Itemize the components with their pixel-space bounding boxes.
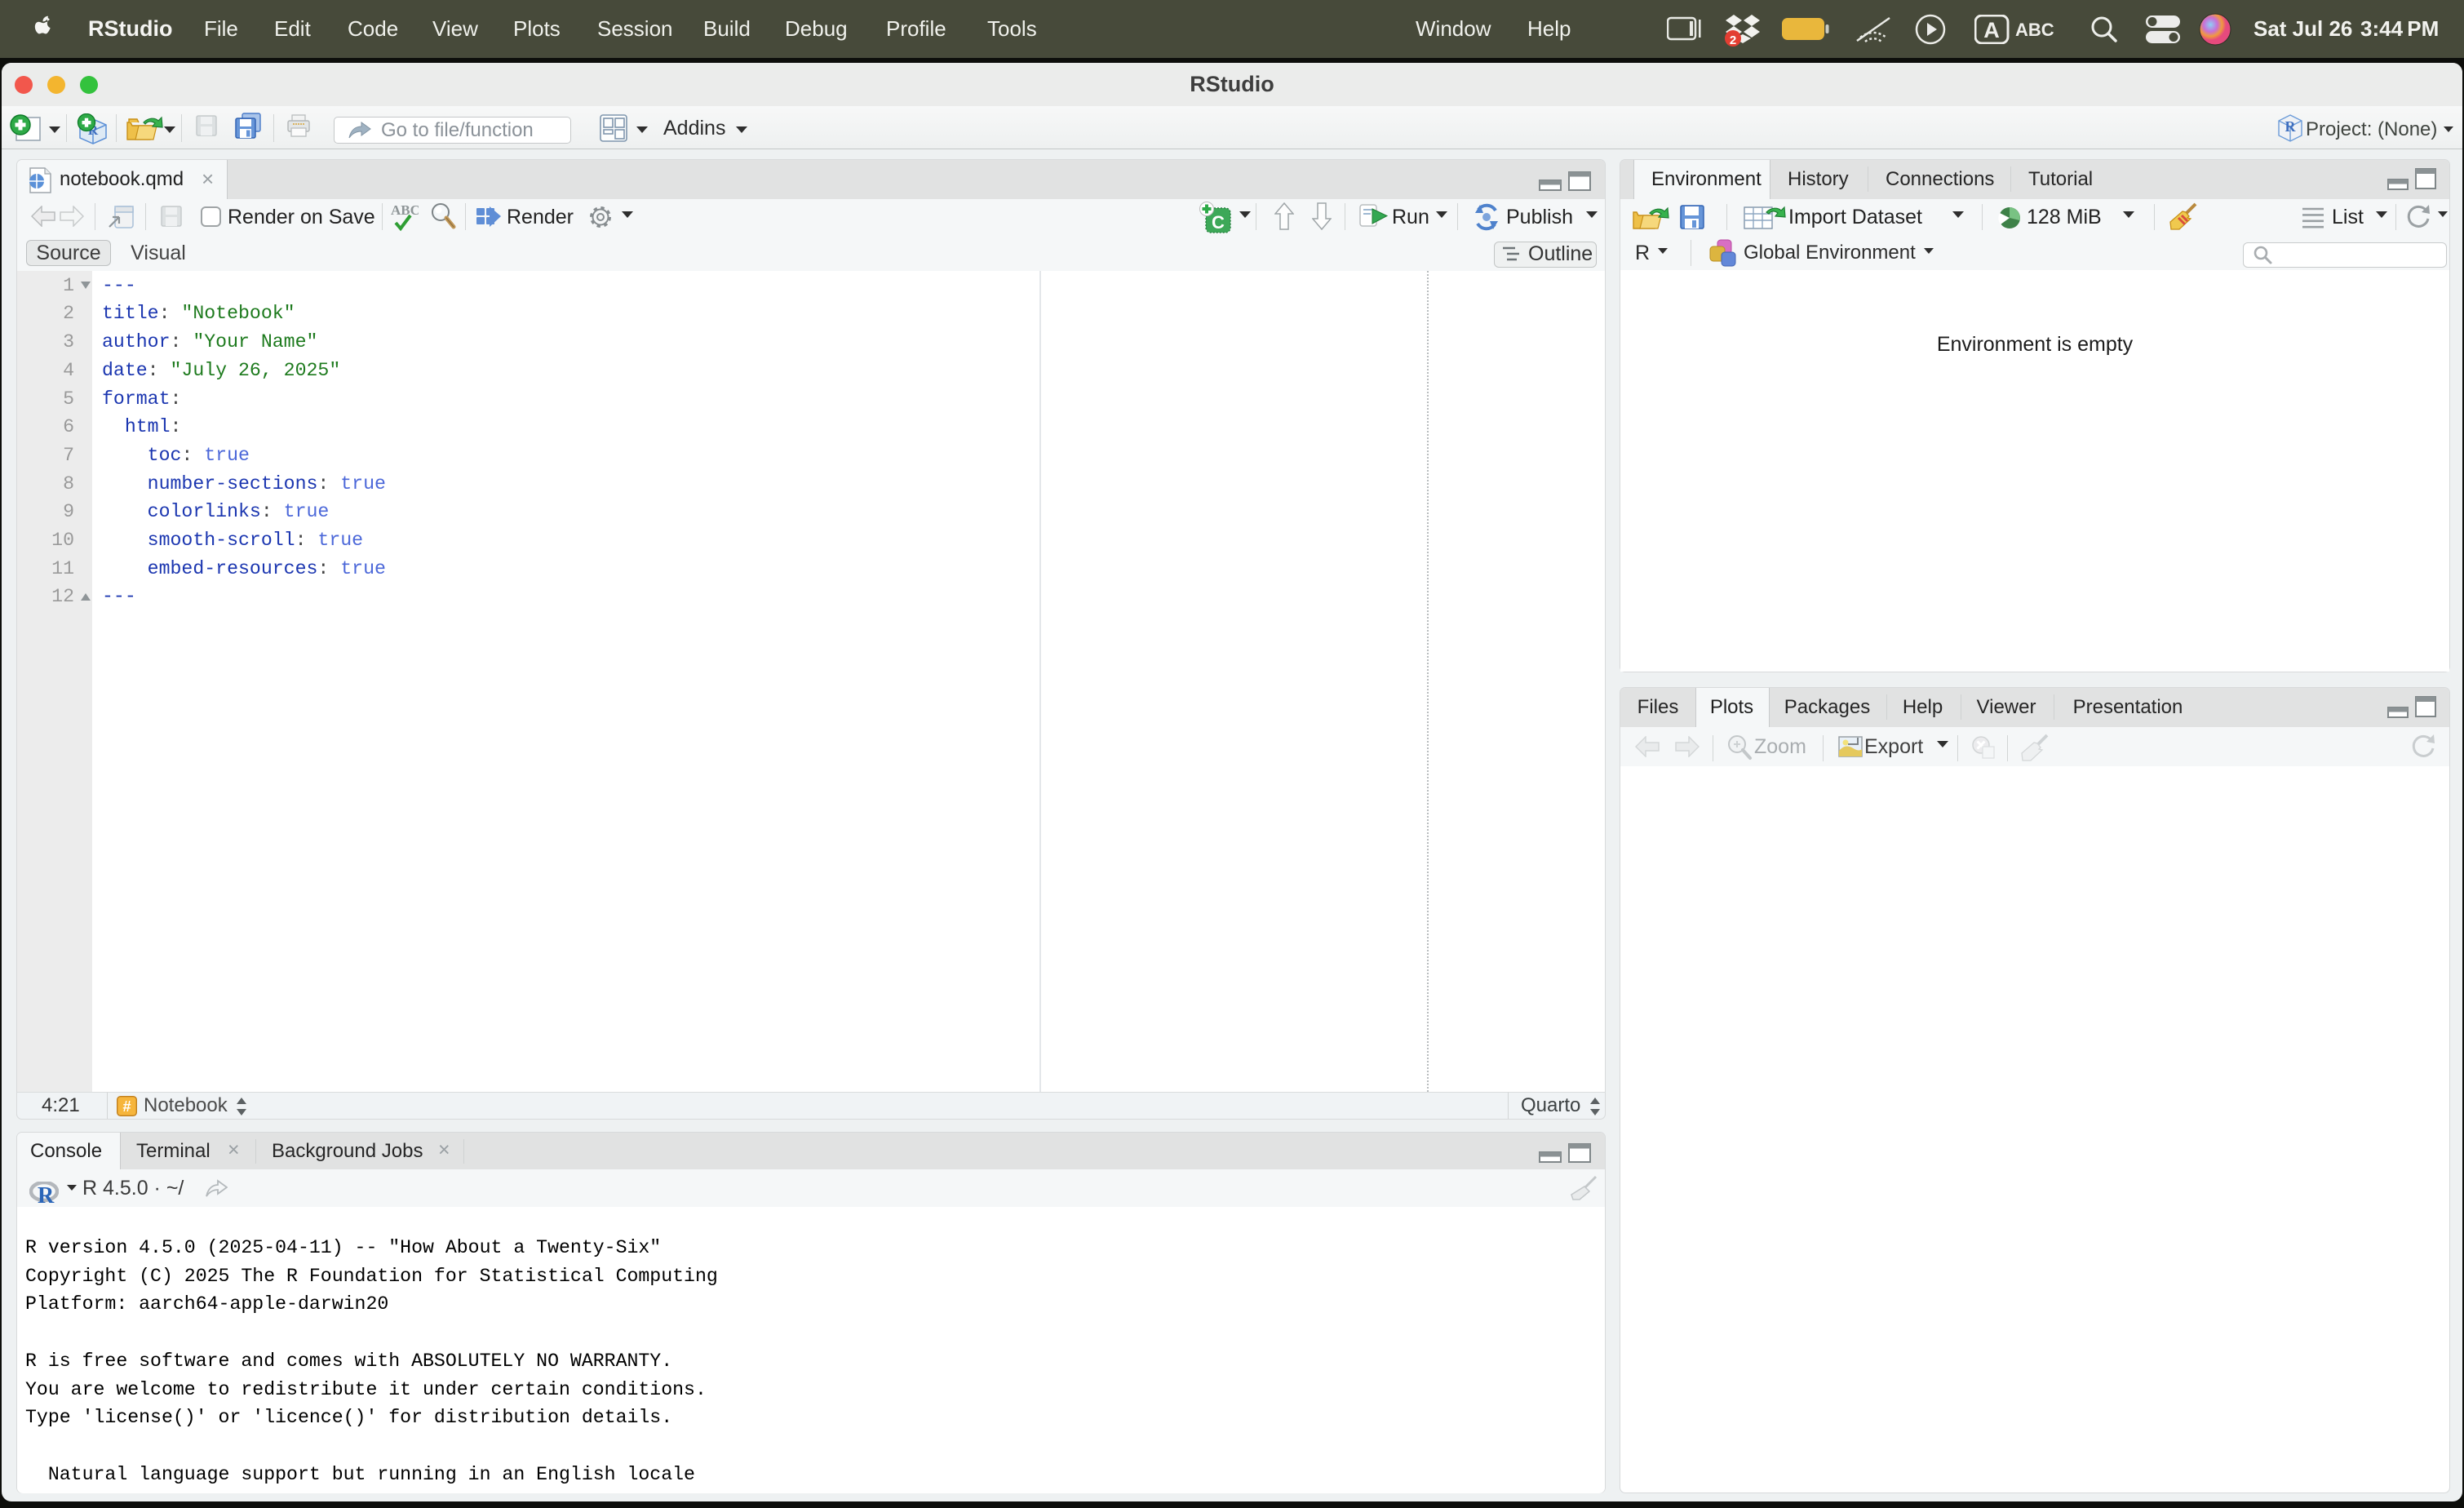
svg-text:A: A bbox=[1983, 18, 2000, 42]
svg-text:ABC: ABC bbox=[2015, 20, 2054, 40]
svg-text:2: 2 bbox=[1730, 33, 1736, 47]
svg-text:ABC: ABC bbox=[391, 202, 419, 218]
svg-text:#: # bbox=[122, 1098, 131, 1115]
svg-text:C: C bbox=[1212, 212, 1225, 233]
svg-text:R: R bbox=[2285, 118, 2297, 135]
svg-text:R: R bbox=[38, 1183, 55, 1204]
